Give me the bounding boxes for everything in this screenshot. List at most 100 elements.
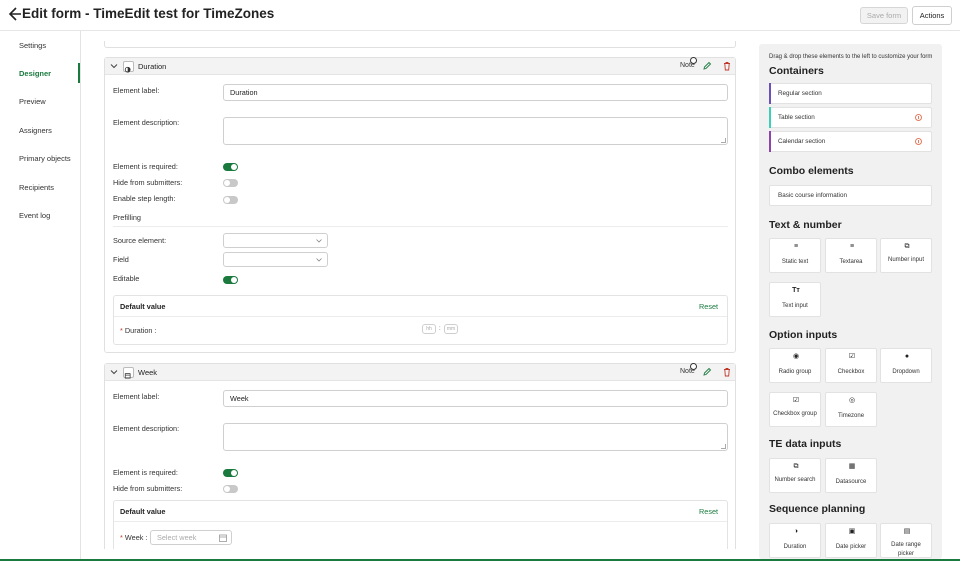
- text-input-icon: Tт: [792, 287, 800, 294]
- date-picker-icon: ▣: [848, 528, 856, 535]
- duration-icon: [123, 61, 134, 73]
- required-toggle[interactable]: [223, 469, 238, 477]
- resize-handle-icon[interactable]: [721, 138, 726, 143]
- field-label: Field: [113, 255, 129, 264]
- duration-field-text: Duration :: [124, 326, 157, 335]
- tile-label: Text input: [782, 303, 808, 309]
- hide-label: Hide from submitters:: [113, 178, 183, 187]
- date-range-picker-tile[interactable]: ▤ Date range picker: [880, 523, 932, 558]
- editable-toggle[interactable]: [223, 276, 238, 284]
- tile-label: Checkbox group: [773, 411, 817, 417]
- number-search-tile[interactable]: ⧉ Number search: [769, 458, 821, 493]
- datasource-tile[interactable]: ▦ Datasource: [825, 458, 877, 493]
- step-length-toggle[interactable]: [223, 196, 238, 204]
- nav-item-settings[interactable]: Settings: [19, 41, 46, 50]
- chevron-down-icon: [316, 258, 322, 262]
- tile-label: Timezone: [837, 413, 865, 419]
- resize-handle-icon[interactable]: [721, 444, 726, 449]
- element-label-input[interactable]: Duration: [223, 84, 728, 101]
- element-label-input[interactable]: Week: [223, 390, 728, 407]
- number-input-tile[interactable]: ⧉ Number input: [880, 238, 932, 273]
- hide-label: Hide from submitters:: [113, 484, 183, 493]
- designer-nav: Settings Designer Preview Assigners Prim…: [0, 31, 81, 559]
- source-element-label: Source element:: [113, 236, 167, 245]
- tile-label: Date picker: [835, 544, 867, 550]
- radio-icon: ◉: [792, 353, 800, 360]
- nav-item-designer[interactable]: Designer: [19, 69, 51, 78]
- note-indicator-icon: [690, 57, 697, 64]
- hide-toggle[interactable]: [223, 179, 238, 187]
- step-length-label: Enable step length:: [113, 194, 176, 203]
- basic-course-info-card[interactable]: Basic course information: [769, 185, 932, 206]
- edit-icon[interactable]: [702, 61, 712, 71]
- date-picker-tile[interactable]: ▣ Date picker: [825, 523, 877, 558]
- source-element-select[interactable]: [223, 233, 328, 248]
- section-stripe: [769, 83, 771, 104]
- te-data-inputs-heading: TE data inputs: [769, 438, 842, 450]
- calendar-section-card[interactable]: Calendar section: [769, 131, 932, 152]
- text-input-tile[interactable]: Tт Text input: [769, 282, 821, 317]
- checkbox-group-icon: ☑: [792, 397, 800, 404]
- containers-heading: Containers: [769, 65, 824, 77]
- form-canvas: Duration Note Element label: Duration El…: [94, 31, 746, 549]
- week-field-text: Week :: [124, 533, 148, 542]
- week-placeholder: Select week: [157, 533, 197, 542]
- tile-label: Date range picker: [891, 542, 921, 557]
- required-toggle[interactable]: [223, 163, 238, 171]
- text-number-heading: Text & number: [769, 219, 842, 231]
- static-text-tile[interactable]: ≡ Static text: [769, 238, 821, 273]
- nav-item-preview[interactable]: Preview: [19, 97, 46, 106]
- element-description-textarea[interactable]: [223, 117, 728, 145]
- save-form-button[interactable]: Save form: [860, 7, 908, 24]
- card-label: Table section: [778, 114, 815, 121]
- reset-link[interactable]: Reset: [699, 302, 718, 311]
- editable-label: Editable: [113, 274, 140, 283]
- duration-icon: ◑: [793, 528, 799, 535]
- tile-label: Textarea: [839, 259, 863, 265]
- trash-icon[interactable]: [722, 61, 732, 71]
- previous-element-edge: [104, 41, 736, 48]
- checkbox-group-tile[interactable]: ☑ Checkbox group: [769, 392, 821, 427]
- week-element: Week Note Element label: Week Element de…: [104, 363, 736, 549]
- edit-icon[interactable]: [702, 367, 712, 377]
- element-label-label: Element label:: [113, 86, 160, 95]
- hours-input[interactable]: hh: [422, 324, 436, 334]
- section-stripe: [769, 131, 771, 152]
- nav-item-primary-objects[interactable]: Primary objects: [19, 154, 71, 163]
- table-section-card[interactable]: Table section: [769, 107, 932, 128]
- actions-button[interactable]: Actions: [912, 6, 952, 25]
- dropdown-tile[interactable]: ● Dropdown: [880, 348, 932, 383]
- timezone-tile[interactable]: ◎ Timezone: [825, 392, 877, 427]
- calendar-icon: [123, 367, 134, 379]
- combo-heading: Combo elements: [769, 165, 854, 177]
- duration-tile[interactable]: ◑ Duration: [769, 523, 821, 558]
- nav-item-recipients[interactable]: Recipients: [19, 183, 54, 192]
- element-header: Week Note: [105, 363, 735, 381]
- time-separator: :: [439, 326, 441, 332]
- required-label: Element is required:: [113, 162, 178, 171]
- required-label: Element is required:: [113, 468, 178, 477]
- back-arrow-icon[interactable]: [6, 6, 22, 22]
- reset-link[interactable]: Reset: [699, 507, 718, 516]
- textarea-tile[interactable]: ≡ Textarea: [825, 238, 877, 273]
- minutes-input[interactable]: mm: [444, 324, 458, 334]
- nav-item-assigners[interactable]: Assigners: [19, 126, 52, 135]
- checkbox-tile[interactable]: ☑ Checkbox: [825, 348, 877, 383]
- number-input-icon: ⧉: [904, 243, 910, 250]
- element-header: Duration Note: [105, 57, 735, 75]
- element-description-textarea[interactable]: [223, 423, 728, 451]
- tile-label: Static text: [781, 259, 809, 265]
- hide-toggle[interactable]: [223, 485, 238, 493]
- required-asterisk: *: [120, 533, 123, 542]
- radio-group-tile[interactable]: ◉ Radio group: [769, 348, 821, 383]
- trash-icon[interactable]: [722, 367, 732, 377]
- tile-label: Checkbox: [837, 369, 865, 375]
- element-name: Duration: [138, 62, 167, 71]
- chevron-down-icon[interactable]: [110, 368, 118, 376]
- week-picker-input[interactable]: Select week: [150, 530, 232, 545]
- regular-section-card[interactable]: Regular section: [769, 83, 932, 104]
- chevron-down-icon[interactable]: [110, 62, 118, 70]
- nav-item-event-log[interactable]: Event log: [19, 211, 50, 220]
- note-indicator-icon: [690, 363, 697, 370]
- field-select[interactable]: [223, 252, 328, 267]
